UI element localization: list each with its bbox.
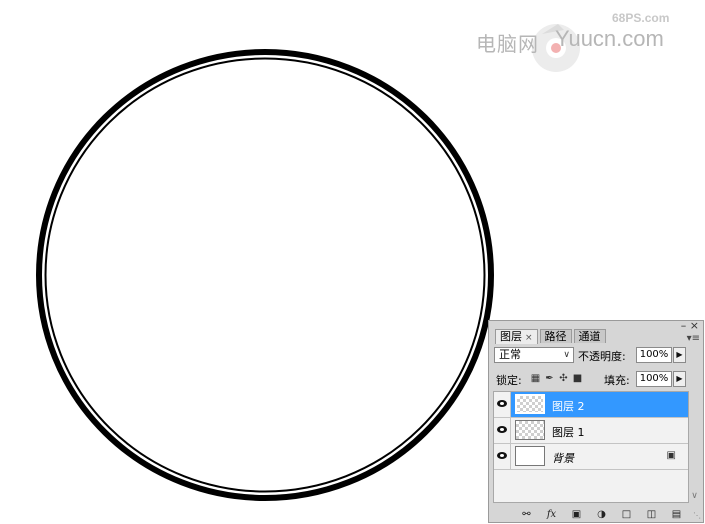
layer-row-layer2[interactable]: 图层 2 <box>494 392 688 418</box>
layer-name: 背景 <box>552 452 574 465</box>
layer-row-layer1[interactable]: 图层 1 <box>494 418 688 444</box>
fill-field[interactable]: 100% <box>636 371 672 387</box>
lock-all-icon[interactable]: ■ <box>572 373 583 384</box>
tab-close-icon[interactable]: × <box>525 333 533 343</box>
tab-layers[interactable]: 图层 × <box>495 329 538 344</box>
panel-menu-icon[interactable]: ▾≡ <box>687 333 700 344</box>
layer-thumbnail <box>515 394 545 414</box>
panel-window-controls: – × <box>681 319 699 332</box>
visibility-toggle[interactable] <box>494 418 511 443</box>
chevron-down-icon: ∨ <box>563 350 570 360</box>
fx-icon[interactable]: fx <box>544 508 559 521</box>
panel-tabs: 图层 × 路径 通道 <box>495 329 608 344</box>
scroll-down-icon[interactable]: ∨ <box>689 491 700 501</box>
visibility-toggle[interactable] <box>494 392 511 417</box>
resize-grip-icon[interactable]: ⋱ <box>693 511 701 520</box>
opacity-field[interactable]: 100% <box>636 347 672 363</box>
mask-icon[interactable]: ▣ <box>569 508 584 521</box>
opacity-label: 不透明度: <box>578 350 626 363</box>
eye-icon <box>497 400 507 407</box>
link-icon[interactable]: ⚯ <box>519 508 534 521</box>
fill-slider-button[interactable]: ▶ <box>673 371 686 387</box>
group-folder-icon[interactable]: □ <box>619 508 634 521</box>
watermark-cn: 电脑网 <box>476 32 539 56</box>
watermark-site: 68PS.com <box>612 11 670 25</box>
tab-paths[interactable]: 路径 <box>539 329 572 343</box>
ring-inner <box>44 57 486 493</box>
new-layer-icon[interactable]: ◫ <box>644 508 659 521</box>
layer-row-background[interactable]: 背景 ▣ <box>494 444 688 470</box>
panel-bottom-toolbar: ⚯ fx ▣ ◑ □ ◫ ▤ <box>519 507 694 521</box>
lock-icon: ▣ <box>666 450 676 461</box>
layer-thumbnail <box>515 446 545 466</box>
blend-mode-select[interactable]: 正常 ∨ <box>494 347 574 363</box>
minimize-icon[interactable]: – <box>681 319 687 332</box>
trash-icon[interactable]: ▤ <box>669 508 684 521</box>
ring-outer <box>36 49 494 501</box>
layer-thumbnail <box>515 420 545 440</box>
lock-image-icon[interactable]: ✒ <box>544 373 555 384</box>
lock-fill-row: 锁定: ▦ ✒ ✣ ■ 填充: 100% ▶ <box>494 371 700 389</box>
tab-channels[interactable]: 通道 <box>573 329 606 343</box>
watermark-en: Yuucn.com <box>555 26 664 51</box>
lock-label: 锁定: <box>496 374 522 387</box>
visibility-toggle[interactable] <box>494 444 511 469</box>
close-icon[interactable]: × <box>690 319 699 332</box>
adjustment-icon[interactable]: ◑ <box>594 508 609 521</box>
lock-position-icon[interactable]: ✣ <box>558 373 569 384</box>
eye-icon <box>497 426 507 433</box>
layers-scrollbar[interactable]: ∨ <box>689 391 700 503</box>
lock-transparent-icon[interactable]: ▦ <box>530 373 541 384</box>
layer-name: 图层 1 <box>552 426 585 439</box>
eye-icon <box>497 452 507 459</box>
opacity-slider-button[interactable]: ▶ <box>673 347 686 363</box>
blend-opacity-row: 正常 ∨ 不透明度: 100% ▶ <box>494 347 700 365</box>
layers-list: 图层 2 图层 1 背景 ▣ <box>493 391 689 503</box>
layer-name: 图层 2 <box>552 400 585 413</box>
fill-label: 填充: <box>604 374 630 387</box>
layers-panel: – × ▾≡ 图层 × 路径 通道 正常 ∨ 不透明度: 100% ▶ 锁定: ▦… <box>488 320 704 523</box>
